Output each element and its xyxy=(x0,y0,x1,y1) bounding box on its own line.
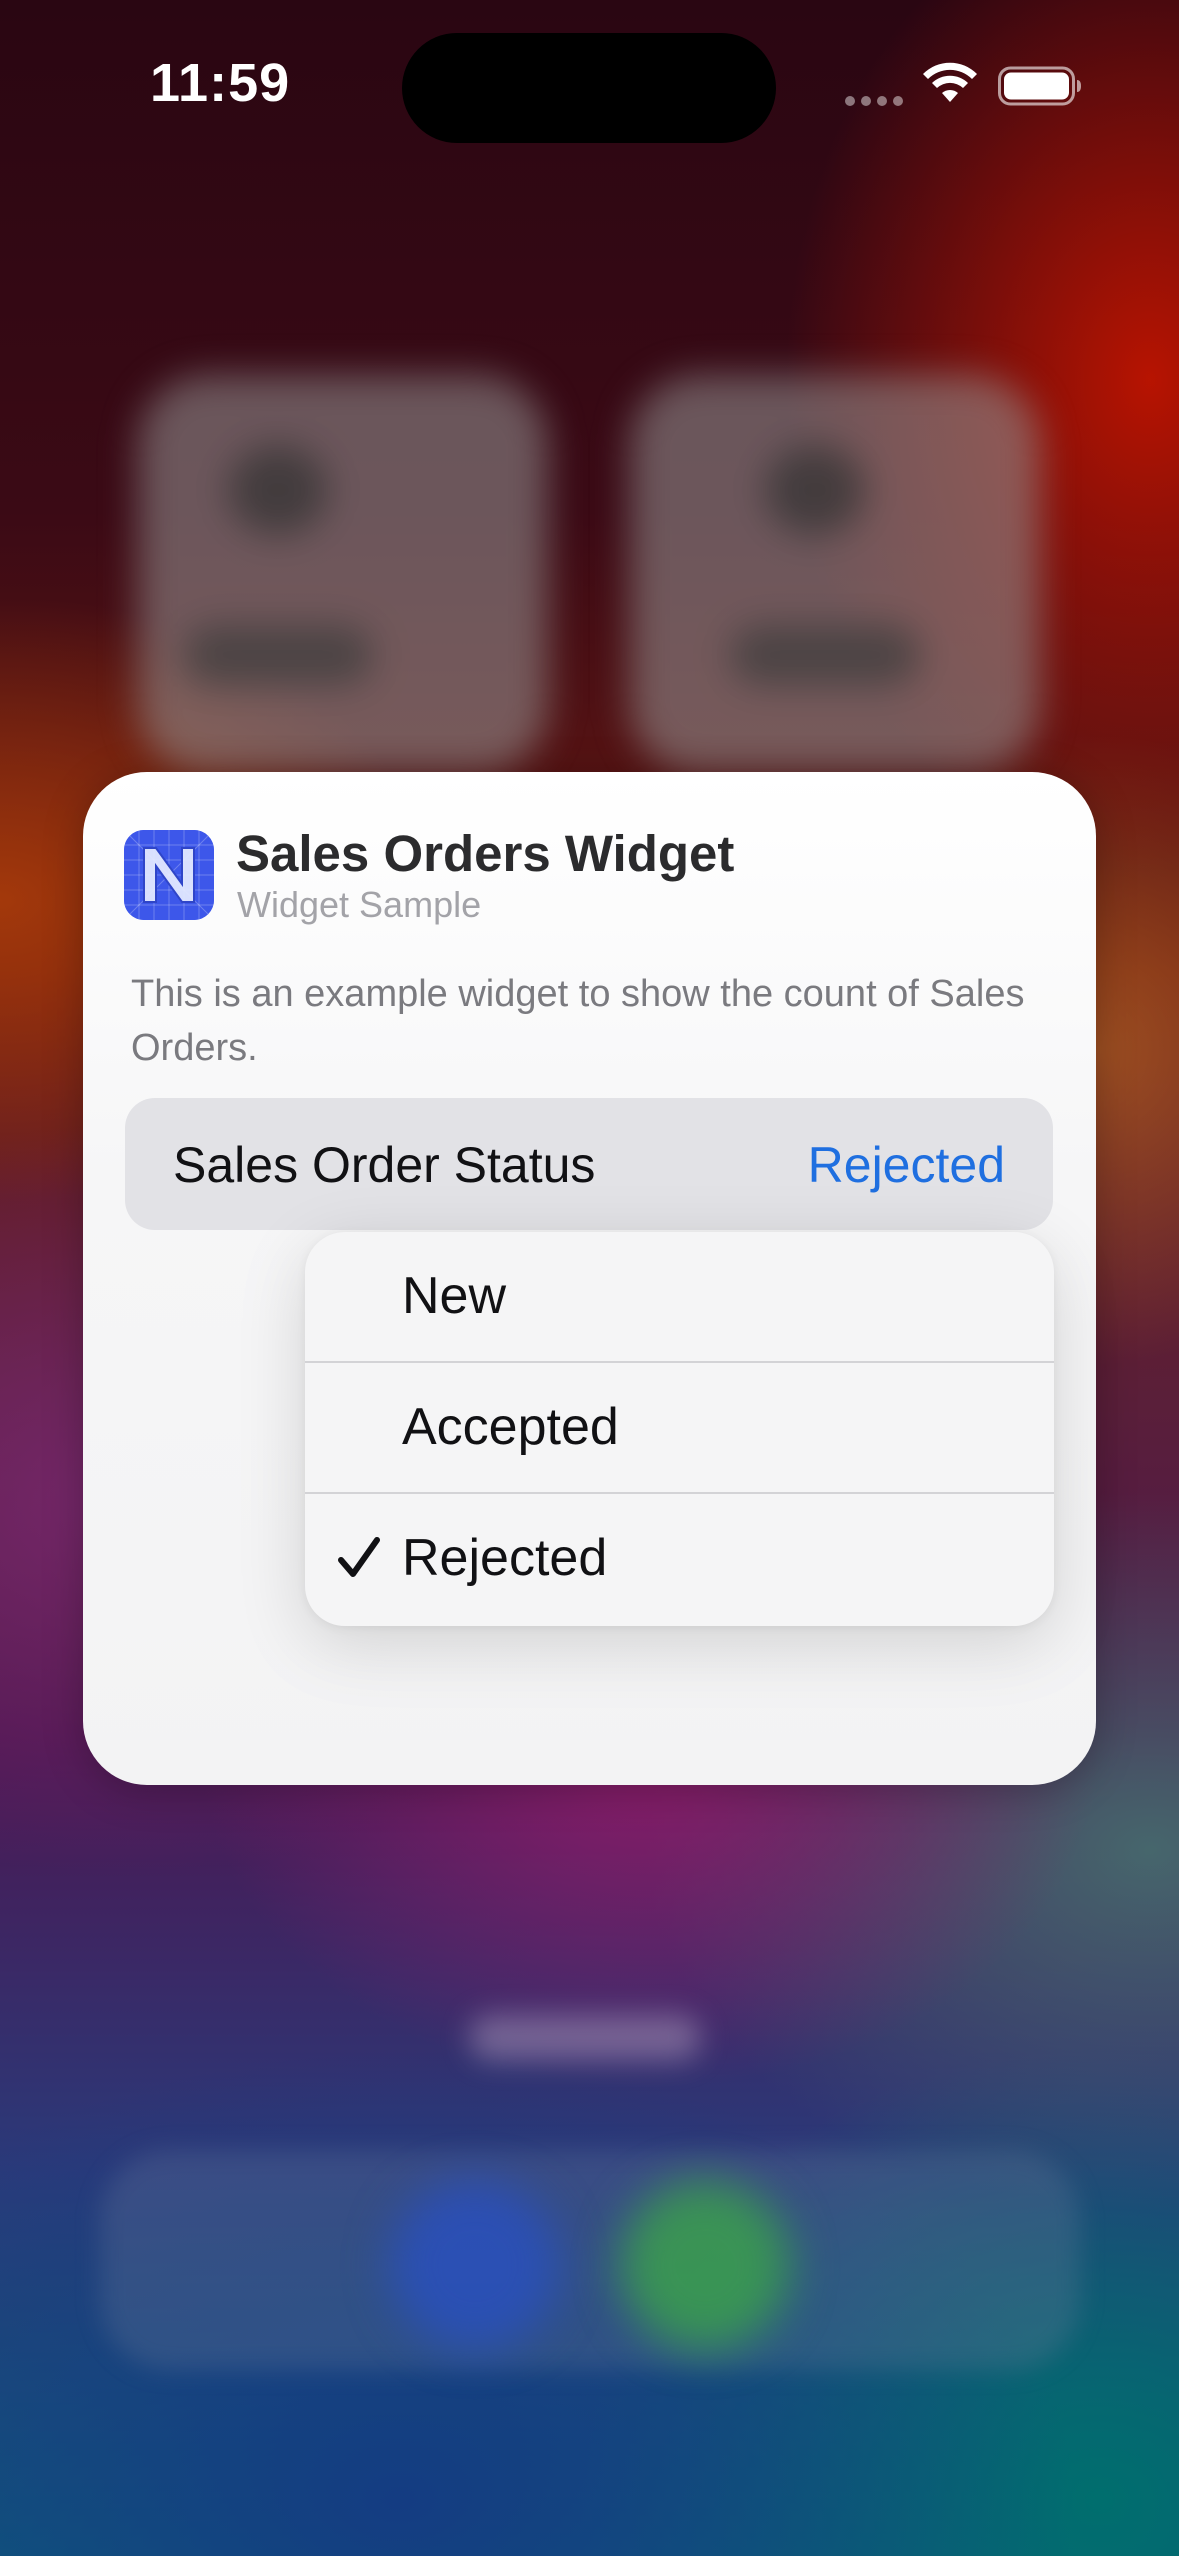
checkmark-icon xyxy=(338,1537,380,1577)
app-subtitle: Widget Sample xyxy=(237,884,482,925)
app-icon xyxy=(124,830,214,920)
dock xyxy=(100,2150,1080,2370)
background-widget-left xyxy=(138,375,548,775)
status-picker-label: Sales Order Status xyxy=(173,1137,596,1193)
menu-option-accepted[interactable]: Accepted xyxy=(305,1363,1054,1494)
menu-option-label: Accepted xyxy=(402,1398,619,1456)
background-widget-right xyxy=(630,375,1040,775)
menu-option-new[interactable]: New xyxy=(305,1232,1054,1363)
sales-order-status-picker[interactable]: Sales Order Status Rejected xyxy=(125,1098,1053,1230)
menu-option-rejected[interactable]: Rejected xyxy=(305,1494,1054,1625)
app-title: Sales Orders Widget xyxy=(236,825,735,882)
wifi-icon xyxy=(923,62,977,102)
signal-dots-icon xyxy=(845,96,903,106)
dock-app-blue xyxy=(390,2180,560,2350)
widget-description: This is an example widget to show the co… xyxy=(131,973,1025,1069)
menu-option-label: New xyxy=(402,1267,507,1325)
status-options-menu: New Accepted Rejected xyxy=(305,1232,1054,1626)
background-label xyxy=(470,2015,700,2060)
status-time: 11:59 xyxy=(150,53,291,113)
status-picker-value[interactable]: Rejected xyxy=(808,1136,1005,1194)
dynamic-island xyxy=(402,33,776,143)
dock-app-green xyxy=(620,2180,790,2350)
screen: 11:59 Sales Orders Widget Widget Sample … xyxy=(0,0,1179,2556)
menu-option-label: Rejected xyxy=(402,1529,608,1587)
battery-icon xyxy=(998,66,1081,106)
